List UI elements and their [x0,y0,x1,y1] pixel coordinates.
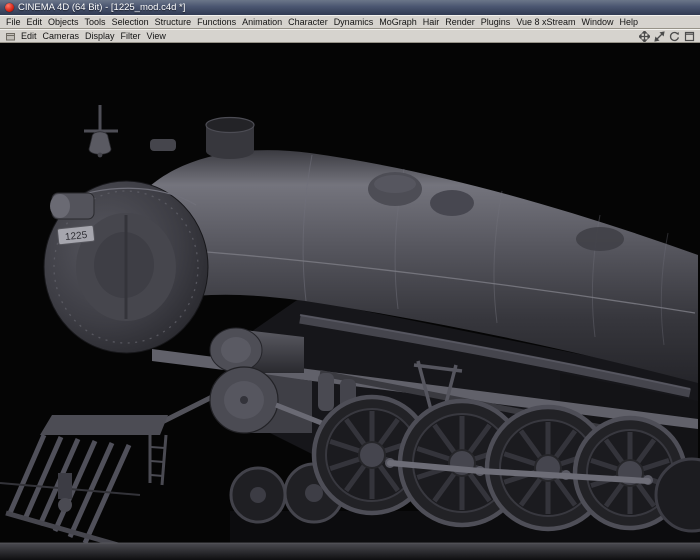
menu-tools[interactable]: Tools [82,16,109,28]
menu-animation[interactable]: Animation [239,16,285,28]
locomotive-render: 1225 [0,105,700,560]
viewport-menu-bar: Edit Cameras Display Filter View [0,29,700,43]
main-menu-bar: File Edit Objects Tools Selection Struct… [0,15,700,29]
menu-vue-xstream[interactable]: Vue 8 xStream [513,16,578,28]
rotate-icon[interactable] [668,30,681,42]
pilot-cowcatcher [0,415,168,548]
viewport-menu-display[interactable]: Display [82,30,118,42]
menu-help[interactable]: Help [617,16,642,28]
menu-render[interactable]: Render [442,16,478,28]
menu-functions[interactable]: Functions [194,16,239,28]
viewport-menu-cameras[interactable]: Cameras [40,30,83,42]
viewport-menu-icon[interactable] [4,30,17,42]
menu-character[interactable]: Character [285,16,331,28]
menu-selection[interactable]: Selection [109,16,152,28]
viewport-menu-filter[interactable]: Filter [118,30,144,42]
viewport-menu-view[interactable]: View [144,30,169,42]
menu-window[interactable]: Window [579,16,617,28]
menu-mograph[interactable]: MoGraph [376,16,420,28]
viewport-canvas[interactable]: 1225 [0,43,700,560]
maximize-icon[interactable] [683,30,696,42]
menu-structure[interactable]: Structure [152,16,195,28]
menu-edit[interactable]: Edit [24,16,46,28]
menu-plugins[interactable]: Plugins [478,16,514,28]
title-bar[interactable]: CINEMA 4D (64 Bit) - [1225_mod.c4d *] [0,0,700,15]
menu-file[interactable]: File [3,16,24,28]
ground-plane [0,542,700,560]
menu-objects[interactable]: Objects [45,16,82,28]
app-window: CINEMA 4D (64 Bit) - [1225_mod.c4d *] Fi… [0,0,700,560]
window-title: CINEMA 4D (64 Bit) - [1225_mod.c4d *] [18,2,186,13]
menu-dynamics[interactable]: Dynamics [331,16,377,28]
menu-hair[interactable]: Hair [420,16,443,28]
zoom-icon[interactable] [653,30,666,42]
cinema4d-app-icon [5,3,14,12]
viewport-menu-edit[interactable]: Edit [18,30,40,42]
move-icon[interactable] [638,30,651,42]
